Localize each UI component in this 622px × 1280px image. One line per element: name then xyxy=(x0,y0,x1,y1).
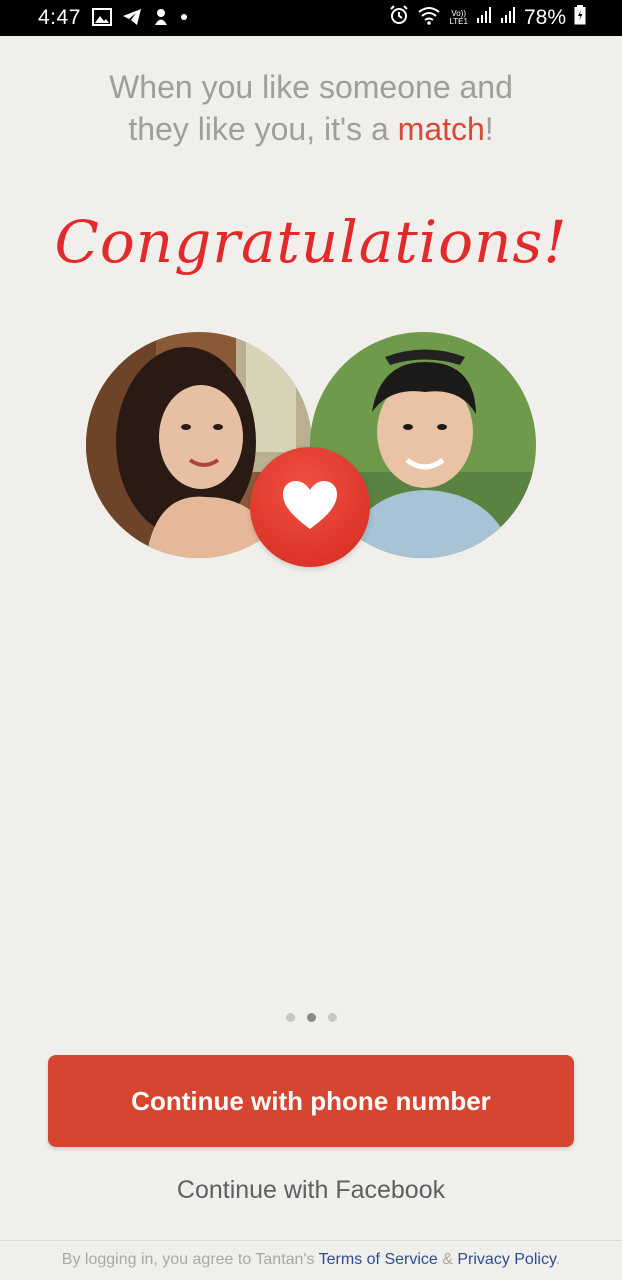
divider xyxy=(0,1240,622,1241)
headline-punctuation: ! xyxy=(484,111,494,147)
dot-icon xyxy=(180,8,188,31)
status-time: 4:47 xyxy=(38,6,81,29)
pager-dot[interactable] xyxy=(285,1013,295,1022)
signal-icon xyxy=(500,6,516,29)
continue-with-facebook-link[interactable]: Continue with Facebook xyxy=(0,1176,622,1205)
terms-of-service-link[interactable]: Terms of Service xyxy=(319,1251,438,1268)
network-type-label: Vo)) LTE1 xyxy=(449,9,468,26)
congratulations-title: Congratulations! xyxy=(54,208,568,276)
heart-icon xyxy=(281,479,339,536)
alarm-icon xyxy=(389,5,409,30)
headline-line-2: they like you, it's a match! xyxy=(0,108,622,150)
telegram-icon xyxy=(122,8,142,31)
continue-with-phone-button[interactable]: Continue with phone number xyxy=(48,1055,574,1147)
notification-icons xyxy=(92,8,188,31)
app-icon xyxy=(152,8,170,31)
pager-dot[interactable] xyxy=(327,1013,337,1022)
battery-icon xyxy=(574,5,586,30)
headline-text: they like you, it's a xyxy=(128,111,398,147)
match-highlight: match xyxy=(397,111,485,147)
legal-period: . xyxy=(555,1251,561,1268)
privacy-policy-link[interactable]: Privacy Policy xyxy=(457,1251,555,1268)
battery-percent: 78% xyxy=(523,5,566,29)
legal-text: By logging in, you agree to Tantan's xyxy=(61,1251,319,1268)
legal-notice: By logging in, you agree to Tantan's Ter… xyxy=(0,1251,622,1269)
pager-dot-active[interactable] xyxy=(306,1013,316,1022)
system-icons: Vo)) LTE1 78% xyxy=(389,5,586,30)
lte-label: LTE1 xyxy=(449,16,468,26)
legal-ampersand: & xyxy=(437,1251,458,1268)
onboarding-pager xyxy=(0,1013,622,1022)
match-heart-badge xyxy=(250,447,370,567)
gallery-icon xyxy=(92,8,112,31)
signal-icon xyxy=(476,6,492,29)
status-bar: 4:47 Vo)) LTE1 78% xyxy=(0,0,622,36)
wifi-icon xyxy=(417,5,441,30)
match-explanation: When you like someone and they like you,… xyxy=(0,66,622,150)
headline-line-1: When you like someone and xyxy=(109,69,513,105)
